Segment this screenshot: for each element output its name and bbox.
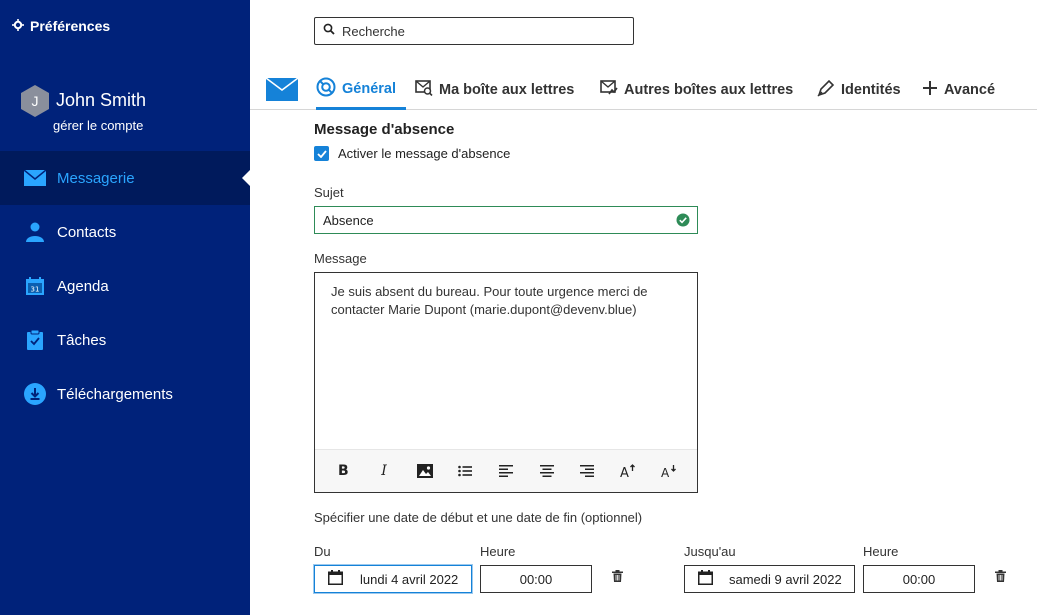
tab-bar: Général Ma boîte aux lettres Autres boît… [250, 70, 1037, 110]
editor-toolbar: B I A A [315, 449, 697, 492]
mail-icon [265, 77, 299, 106]
align-left-icon[interactable] [494, 459, 518, 483]
message-textarea[interactable]: Je suis absent du bureau. Pour toute urg… [331, 283, 681, 319]
from-time-value: 00:00 [519, 571, 553, 587]
tab-label: Ma boîte aux lettres [439, 81, 575, 98]
sidebar-item-label: Téléchargements [57, 385, 173, 403]
to-date-value: samedi 9 avril 2022 [729, 571, 842, 587]
user-name: John Smith [56, 90, 147, 110]
enable-absence-checkbox[interactable] [314, 146, 329, 161]
tab-autres-boites[interactable]: Autres boîtes aux lettres [600, 70, 793, 109]
avatar[interactable]: J [20, 85, 50, 117]
message-label: Message [314, 251, 367, 266]
tab-label: Identités [841, 81, 901, 98]
section-title: Message d'absence [314, 121, 455, 138]
tab-label: Autres boîtes aux lettres [624, 81, 794, 98]
tab-general[interactable]: Général [316, 70, 406, 110]
message-editor[interactable]: Je suis absent du bureau. Pour toute urg… [314, 272, 698, 493]
preferences-label: Préférences [30, 18, 111, 34]
trash-icon[interactable] [995, 569, 1009, 583]
from-label: Du [314, 544, 331, 559]
from-time-field[interactable]: 00:00 [480, 565, 592, 593]
date-hint: Spécifier une date de début et une date … [314, 510, 643, 525]
search-box[interactable] [314, 17, 634, 45]
font-size-decrease-icon[interactable]: A [657, 459, 681, 483]
sidebar-item-taches[interactable]: Tâches [0, 313, 250, 367]
active-indicator [242, 170, 250, 186]
to-time-value: 00:00 [902, 571, 936, 587]
sidebar-item-label: Messagerie [57, 169, 135, 187]
sidebar-item-label: Tâches [57, 331, 107, 349]
manage-account-link[interactable]: gérer le compte [53, 118, 143, 133]
to-time-label: Heure [863, 544, 899, 559]
svg-text:A: A [620, 466, 629, 478]
subject-field[interactable]: Absence [314, 206, 698, 234]
subject-label: Sujet [314, 185, 344, 200]
sidebar-item-messagerie[interactable]: Messagerie [0, 151, 250, 205]
valid-check-icon [676, 213, 690, 230]
tab-label: Général [342, 80, 396, 97]
svg-text:A: A [661, 466, 670, 478]
enable-absence-label: Activer le message d'absence [338, 146, 511, 161]
bullet-list-icon[interactable] [453, 459, 477, 483]
sidebar: Préférences J John Smith gérer le compte… [0, 0, 250, 615]
tab-ma-boite[interactable]: Ma boîte aux lettres [415, 70, 574, 109]
tab-label: Avancé [944, 81, 996, 98]
person-icon [24, 221, 46, 243]
sidebar-item-agenda[interactable]: 31 Agenda [0, 259, 250, 313]
mailbox-search-icon [415, 79, 433, 100]
sidebar-item-contacts[interactable]: Contacts [0, 205, 250, 259]
trash-icon[interactable] [612, 569, 626, 583]
from-date-value: lundi 4 avril 2022 [360, 571, 459, 587]
to-date-field[interactable]: samedi 9 avril 2022 [684, 565, 855, 593]
svg-text:31: 31 [31, 286, 40, 294]
preferences-header[interactable]: Préférences [12, 18, 110, 34]
search-icon [323, 22, 335, 40]
sidebar-item-label: Contacts [57, 223, 117, 241]
download-icon [24, 383, 46, 405]
align-right-icon[interactable] [575, 459, 599, 483]
calendar-icon: 31 [24, 275, 46, 297]
from-date-field[interactable]: lundi 4 avril 2022 [314, 565, 472, 593]
image-icon[interactable] [413, 459, 437, 483]
italic-icon[interactable]: I [372, 459, 396, 483]
gear-icon [12, 18, 24, 34]
from-time-label: Heure [480, 544, 516, 559]
subject-value: Absence [323, 212, 374, 228]
calendar-icon [698, 570, 713, 588]
clipboard-icon [24, 329, 46, 351]
search-input[interactable] [342, 23, 622, 39]
to-label: Jusqu'au [684, 544, 736, 559]
sidebar-item-label: Agenda [57, 277, 109, 295]
align-center-icon[interactable] [535, 459, 559, 483]
to-time-field[interactable]: 00:00 [863, 565, 975, 593]
pen-icon [817, 79, 835, 101]
mailbox-shared-icon [600, 79, 618, 100]
font-size-increase-icon[interactable]: A [616, 459, 640, 483]
enable-absence-row[interactable]: Activer le message d'absence [314, 146, 510, 161]
avatar-initial: J [31, 93, 39, 109]
lifebuoy-icon [316, 77, 336, 101]
bold-icon[interactable]: B [331, 459, 355, 483]
mail-icon [24, 167, 46, 189]
plus-icon [922, 80, 938, 100]
sidebar-item-telechargements[interactable]: Téléchargements [0, 367, 250, 421]
calendar-icon [328, 570, 343, 588]
tab-identites[interactable]: Identités [817, 70, 901, 109]
tab-avance[interactable]: Avancé [922, 70, 995, 109]
